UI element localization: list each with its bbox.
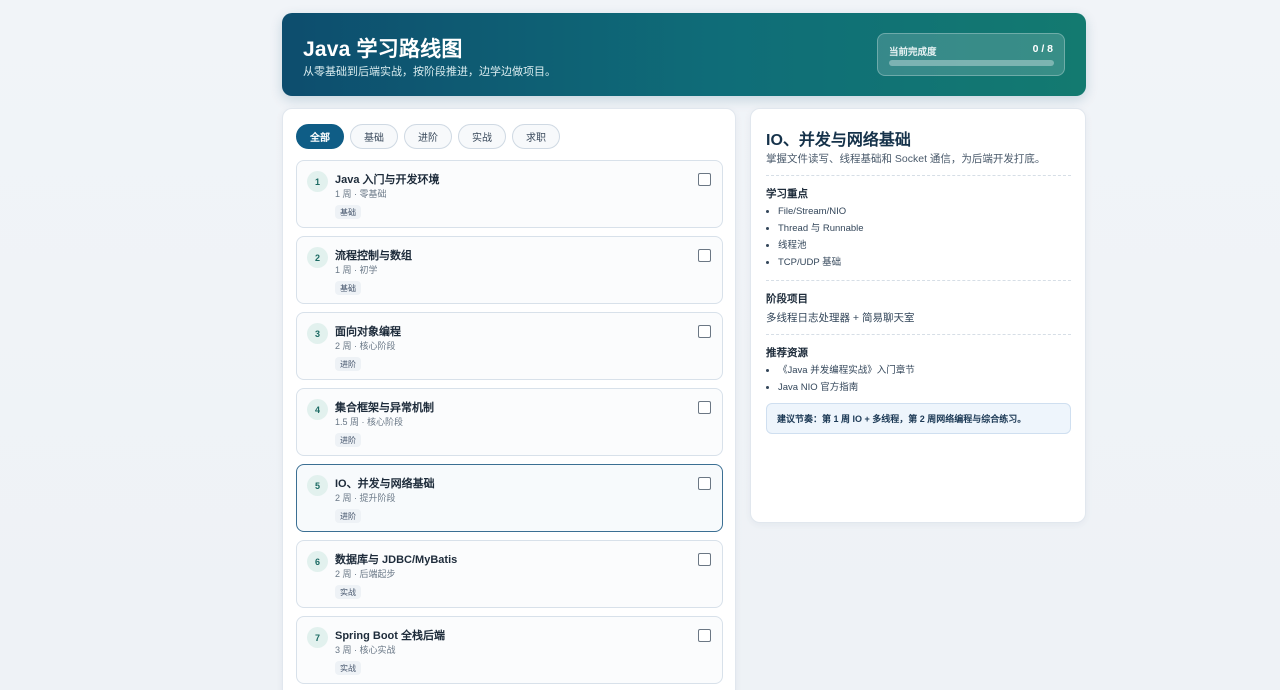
progress-label: 当前完成度 [889, 47, 937, 58]
step-complete-checkbox[interactable] [698, 173, 711, 186]
step-meta: 1 周 · 初学 [335, 265, 378, 275]
step-complete-checkbox[interactable] [698, 477, 711, 490]
filter-chip-job[interactable]: 求职 [512, 124, 560, 149]
detail-title: IO、并发与网络基础 [766, 132, 911, 149]
step-meta: 2 周 · 核心阶段 [335, 341, 396, 351]
step-complete-checkbox[interactable] [698, 325, 711, 338]
step-title: 流程控制与数组 [335, 250, 412, 262]
step-meta: 2 周 · 提升阶段 [335, 493, 396, 503]
step-title: 集合框架与异常机制 [335, 402, 434, 414]
filter-chip-advanced[interactable]: 进阶 [404, 124, 452, 149]
roadmap-card[interactable]: 4 集合框架与异常机制 1.5 周 · 核心阶段 进阶 [296, 388, 723, 456]
roadmap-card-selected[interactable]: 5 IO、并发与网络基础 2 周 · 提升阶段 进阶 [296, 464, 723, 532]
roadmap-card[interactable]: 6 数据库与 JDBC/MyBatis 2 周 · 后端起步 实战 [296, 540, 723, 608]
resource-item: 《Java 并发编程实战》入门章节 [778, 362, 915, 379]
step-number: 4 [307, 399, 328, 420]
step-number: 3 [307, 323, 328, 344]
roadmap-panel: 全部 基础 进阶 实战 求职 1 Java 入门与开发环境 1 周 · 零基础 … [282, 108, 736, 690]
step-complete-checkbox[interactable] [698, 249, 711, 262]
step-meta: 1 周 · 零基础 [335, 189, 387, 199]
focus-section-title: 学习重点 [766, 188, 808, 200]
divider [766, 175, 1071, 176]
focus-item: File/Stream/NIO [778, 203, 864, 220]
page-title: Java 学习路线图 [303, 38, 463, 61]
focus-item: 线程池 [778, 237, 864, 254]
resource-item: Java NIO 官方指南 [778, 379, 915, 396]
step-title: Spring Boot 全栈后端 [335, 630, 445, 642]
step-number: 1 [307, 171, 328, 192]
step-number: 7 [307, 627, 328, 648]
focus-item: Thread 与 Runnable [778, 220, 864, 237]
step-title: 数据库与 JDBC/MyBatis [335, 554, 458, 566]
step-tag: 进阶 [335, 357, 361, 371]
filter-chip-all[interactable]: 全部 [296, 124, 344, 149]
page-header: Java 学习路线图 从零基础到后端实战，按阶段推进，边学边做项目。 当前完成度… [282, 13, 1086, 96]
project-section-title: 阶段项目 [766, 293, 808, 305]
detail-panel: IO、并发与网络基础 掌握文件读写、线程基础和 Socket 通信，为后端开发打… [750, 108, 1086, 523]
step-meta: 2 周 · 后端起步 [335, 569, 396, 579]
step-number: 5 [307, 475, 328, 496]
page-subtitle: 从零基础到后端实战，按阶段推进，边学边做项目。 [303, 66, 556, 78]
detail-description: 掌握文件读写、线程基础和 Socket 通信，为后端开发打底。 [766, 153, 1046, 165]
step-number: 2 [307, 247, 328, 268]
roadmap-card[interactable]: 7 Spring Boot 全栈后端 3 周 · 核心实战 实战 [296, 616, 723, 684]
step-tag: 基础 [335, 281, 361, 295]
step-tag: 实战 [335, 661, 361, 675]
filter-chip-basic[interactable]: 基础 [350, 124, 398, 149]
step-number: 6 [307, 551, 328, 572]
step-complete-checkbox[interactable] [698, 629, 711, 642]
focus-list: File/Stream/NIO Thread 与 Runnable 线程池 TC… [778, 203, 864, 271]
progress-widget: 当前完成度 0 / 8 [877, 33, 1065, 76]
divider [766, 280, 1071, 281]
filter-bar: 全部 基础 进阶 实战 求职 [296, 124, 560, 149]
step-complete-checkbox[interactable] [698, 553, 711, 566]
step-tag: 进阶 [335, 509, 361, 523]
focus-item: TCP/UDP 基础 [778, 254, 864, 271]
step-tag: 基础 [335, 205, 361, 219]
filter-chip-practice[interactable]: 实战 [458, 124, 506, 149]
step-title: IO、并发与网络基础 [335, 478, 435, 490]
roadmap-card[interactable]: 3 面向对象编程 2 周 · 核心阶段 进阶 [296, 312, 723, 380]
step-meta: 3 周 · 核心实战 [335, 645, 396, 655]
resources-list: 《Java 并发编程实战》入门章节 Java NIO 官方指南 [778, 362, 915, 396]
step-tag: 进阶 [335, 433, 361, 447]
step-title: 面向对象编程 [335, 326, 401, 338]
step-tag: 实战 [335, 585, 361, 599]
step-title: Java 入门与开发环境 [335, 174, 440, 186]
roadmap-card[interactable]: 1 Java 入门与开发环境 1 周 · 零基础 基础 [296, 160, 723, 228]
step-meta: 1.5 周 · 核心阶段 [335, 417, 404, 427]
project-text: 多线程日志处理器 + 简易聊天室 [766, 312, 915, 324]
progress-count: 0 / 8 [1032, 43, 1053, 55]
resources-section-title: 推荐资源 [766, 347, 808, 359]
pacing-tip: 建议节奏：第 1 周 IO + 多线程，第 2 周网络编程与综合练习。 [766, 403, 1071, 434]
progress-bar [889, 60, 1054, 66]
divider [766, 334, 1071, 335]
roadmap-card[interactable]: 2 流程控制与数组 1 周 · 初学 基础 [296, 236, 723, 304]
step-complete-checkbox[interactable] [698, 401, 711, 414]
